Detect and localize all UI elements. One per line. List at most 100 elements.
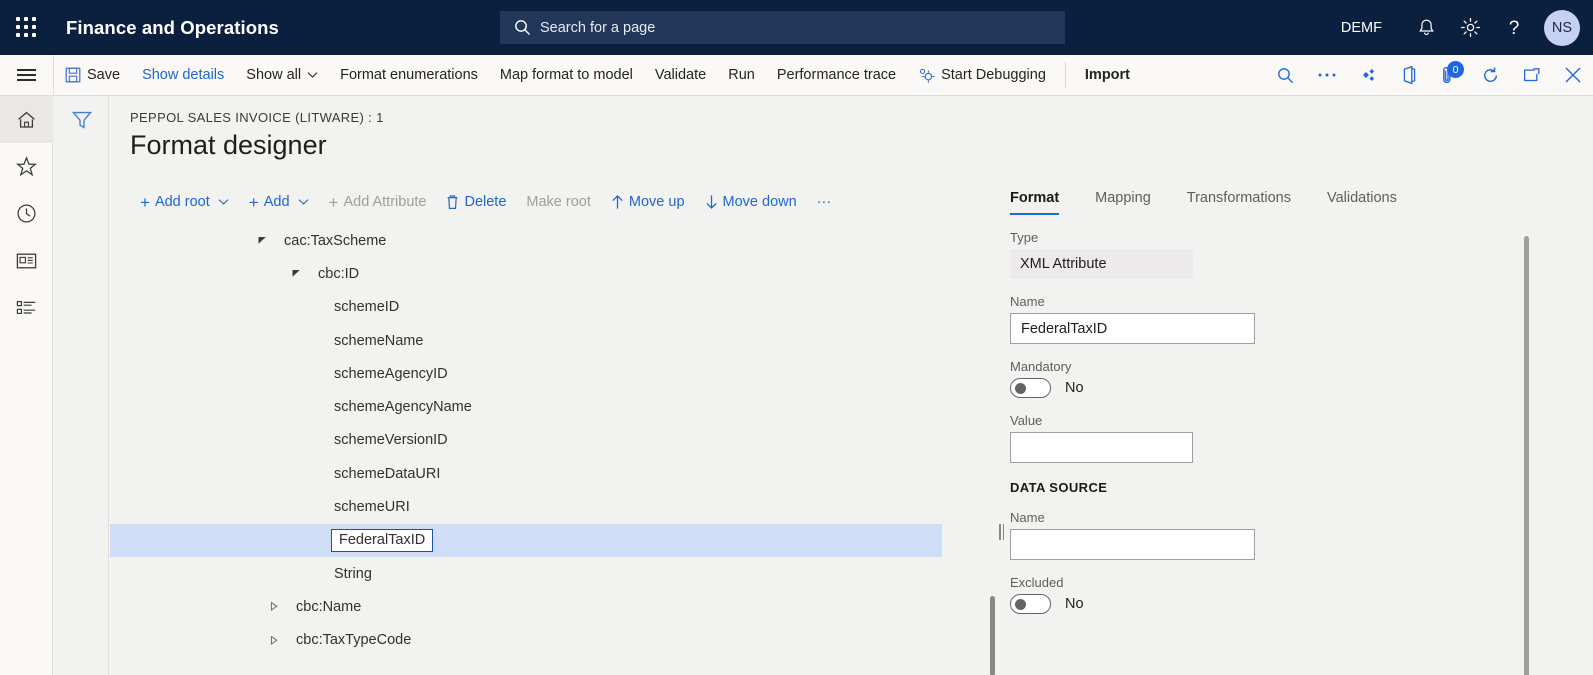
add-button[interactable]: + Add	[239, 186, 319, 218]
tree-row-name-editor[interactable]: FederalTaxID	[331, 528, 434, 552]
data-source-name-label: Name	[1010, 510, 1045, 525]
data-source-name-input[interactable]	[1010, 529, 1255, 560]
show-all-dropdown[interactable]: Show all	[235, 55, 329, 95]
tree-row[interactable]: schemeDataURI	[110, 457, 942, 490]
tree-row[interactable]: schemeVersionID	[110, 424, 942, 457]
data-source-name-field: Name	[1010, 510, 1593, 560]
run-label: Run	[728, 67, 755, 83]
properties-tabs: Format Mapping Transformations Validatio…	[1010, 177, 1593, 215]
attachments-icon[interactable]: 0	[1429, 55, 1470, 95]
start-debugging-button[interactable]: Start Debugging	[907, 55, 1057, 95]
performance-trace-label: Performance trace	[776, 67, 897, 83]
tree-row-label: schemeName	[334, 332, 424, 349]
add-attribute-button: + Add Attribute	[319, 186, 437, 218]
mandatory-toggle[interactable]	[1010, 378, 1051, 398]
chevron-down-icon	[307, 71, 318, 79]
sidebar-item-home[interactable]	[0, 96, 53, 143]
search-icon[interactable]	[1265, 55, 1306, 95]
refresh-icon[interactable]	[1470, 55, 1511, 95]
value-input[interactable]	[1010, 432, 1193, 463]
pane-splitter-handle[interactable]	[998, 524, 1005, 540]
map-format-to-model-button[interactable]: Map format to model	[489, 55, 644, 95]
attachments-count-badge: 0	[1447, 61, 1464, 78]
sidebar-item-favorites[interactable]	[0, 143, 53, 190]
tree-row[interactable]: cbc:Name	[110, 590, 942, 623]
collapsed-twisty-icon[interactable]	[270, 602, 284, 612]
format-tree[interactable]: cac:TaxScheme cbc:ID schemeID schemeName…	[110, 224, 942, 675]
sidebar-item-recent[interactable]	[0, 190, 53, 237]
expanded-twisty-icon[interactable]	[258, 236, 272, 245]
value-field: Value	[1010, 413, 1593, 463]
excluded-toggle[interactable]	[1010, 594, 1051, 614]
search-placeholder-text: Search for a page	[540, 19, 656, 36]
app-launcher-icon[interactable]	[0, 0, 52, 55]
tree-row[interactable]: schemeURI	[110, 490, 942, 523]
office-app-icon[interactable]	[1388, 55, 1429, 95]
tree-row-label: cbc:Name	[296, 598, 362, 615]
tree-row-selected[interactable]: FederalTaxID	[110, 523, 942, 557]
command-bar-divider	[1064, 62, 1066, 88]
move-down-button[interactable]: Move down	[695, 186, 807, 218]
delete-label: Delete	[464, 194, 507, 210]
tab-transformations[interactable]: Transformations	[1187, 190, 1291, 215]
notifications-bell-icon[interactable]	[1404, 0, 1448, 55]
global-search-input[interactable]: Search for a page	[500, 11, 1065, 44]
sidebar-item-modules[interactable]	[0, 284, 53, 331]
name-input[interactable]: FederalTaxID	[1010, 313, 1255, 344]
save-button[interactable]: Save	[54, 55, 131, 95]
plus-icon: +	[328, 192, 339, 212]
recent-clock-icon	[16, 203, 37, 224]
help-question-icon[interactable]: ?	[1492, 0, 1536, 55]
collapsed-twisty-icon[interactable]	[270, 635, 284, 645]
search-icon	[514, 19, 531, 36]
hamburger-menu-icon[interactable]	[0, 55, 54, 95]
start-debugging-label: Start Debugging	[941, 67, 1046, 83]
type-field: Type XML Attribute	[1010, 230, 1593, 279]
tree-row[interactable]: cbc:ID	[110, 257, 942, 290]
tree-row[interactable]: schemeID	[110, 291, 942, 324]
trash-icon	[446, 194, 459, 210]
tree-overflow-menu-button[interactable]: ···	[807, 186, 842, 218]
tree-row[interactable]: String	[110, 557, 942, 590]
page-content-area: PEPPOL SALES INVOICE (LITWARE) : 1 Forma…	[54, 96, 1593, 675]
tab-format[interactable]: Format	[1010, 190, 1060, 215]
tree-row[interactable]: schemeAgencyID	[110, 357, 942, 390]
format-enumerations-button[interactable]: Format enumerations	[329, 55, 489, 95]
workspaces-icon	[16, 252, 37, 270]
sidebar-item-workspaces[interactable]	[0, 237, 53, 284]
import-button[interactable]: Import	[1074, 55, 1141, 95]
expanded-twisty-icon[interactable]	[292, 269, 306, 278]
toggle-knob-icon	[1015, 599, 1026, 610]
add-root-button[interactable]: + Add root	[130, 186, 239, 218]
tab-mapping[interactable]: Mapping	[1095, 190, 1151, 215]
performance-trace-button[interactable]: Performance trace	[766, 55, 907, 95]
filter-funnel-icon[interactable]	[54, 96, 109, 144]
tree-row[interactable]: cac:TaxScheme	[110, 224, 942, 257]
command-bar: Save Show details Show all Format enumer…	[0, 55, 1593, 96]
properties-vertical-scrollbar[interactable]	[1524, 236, 1529, 675]
tab-validations[interactable]: Validations	[1327, 190, 1397, 215]
tree-row[interactable]: cbc:TaxTypeCode	[110, 624, 942, 657]
type-label: Type	[1010, 230, 1039, 245]
run-button[interactable]: Run	[717, 55, 766, 95]
excluded-value: No	[1065, 596, 1084, 612]
type-value: XML Attribute	[1010, 249, 1193, 279]
tree-row-label: cac:TaxScheme	[284, 232, 387, 249]
close-icon[interactable]	[1552, 55, 1593, 95]
open-in-new-window-icon[interactable]	[1511, 55, 1552, 95]
move-up-button[interactable]: Move up	[601, 186, 695, 218]
tree-row[interactable]: schemeName	[110, 324, 942, 357]
share-diamond-icon[interactable]	[1347, 55, 1388, 95]
validate-button[interactable]: Validate	[644, 55, 717, 95]
excluded-label: Excluded	[1010, 575, 1064, 590]
tree-row-label: schemeURI	[334, 499, 410, 516]
settings-gear-icon[interactable]	[1448, 0, 1492, 55]
tree-row[interactable]: schemeAgencyName	[110, 390, 942, 423]
overflow-ellipsis-icon[interactable]	[1306, 55, 1347, 95]
tree-vertical-scrollbar[interactable]	[990, 596, 995, 675]
company-selector[interactable]: DEMF	[1341, 20, 1382, 36]
show-details-button[interactable]: Show details	[131, 55, 235, 95]
user-avatar[interactable]: NS	[1544, 9, 1580, 46]
import-label: Import	[1084, 67, 1131, 83]
delete-button[interactable]: Delete	[436, 186, 516, 218]
